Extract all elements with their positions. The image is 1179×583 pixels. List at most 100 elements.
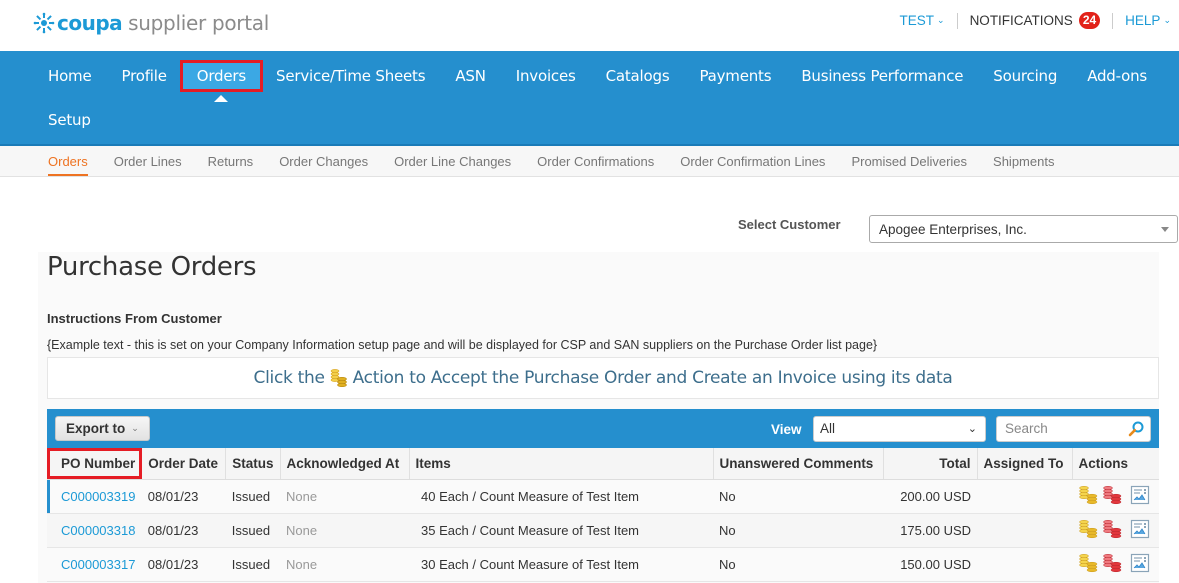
search-icon[interactable] (1127, 420, 1145, 438)
subnav-order-changes[interactable]: Order Changes (279, 146, 368, 177)
nav-business-performance[interactable]: Business Performance (801, 67, 963, 89)
gold-coins-icon (330, 369, 347, 388)
help-menu-label: HELP (1125, 13, 1161, 28)
total: 200.00 USD (883, 479, 978, 514)
create-invoice-icon[interactable] (1078, 553, 1100, 576)
coupa-logo[interactable]: coupa supplier portal (33, 11, 269, 35)
col-order-date[interactable]: Order Date (141, 448, 227, 480)
acknowledged-at: None (280, 547, 410, 582)
col-actions: Actions (1072, 448, 1159, 480)
sub-nav: Orders Order Lines Returns Order Changes… (0, 146, 1179, 177)
nav-home[interactable]: Home (48, 67, 92, 89)
coupa-snowflake-icon (33, 12, 55, 34)
subnav-orders[interactable]: Orders (48, 146, 88, 177)
nav-profile[interactable]: Profile (122, 67, 167, 89)
user-menu[interactable]: TEST ⌄ (900, 13, 945, 28)
accept-invoice-banner: Click the Action to Accept the Purchase … (47, 357, 1159, 399)
order-date: 08/01/23 (141, 513, 226, 548)
subnav-promised-deliveries[interactable]: Promised Deliveries (851, 146, 967, 177)
items: 30 Each / Count Measure of Test Item (409, 547, 714, 582)
table-row: C000003319 08/01/23 Issued None 40 Each … (47, 479, 1159, 514)
help-menu[interactable]: HELP ⌄ (1125, 13, 1171, 28)
table-row: C000003317 08/01/23 Issued None 30 Each … (47, 547, 1159, 582)
items: 35 Each / Count Measure of Test Item (409, 513, 714, 548)
flip-to-credit-note-icon[interactable] (1102, 519, 1124, 542)
select-customer-label: Select Customer (738, 217, 841, 232)
view-filter-dropdown[interactable]: All ⌄ (813, 416, 986, 442)
status: Issued (225, 479, 281, 514)
print-view-icon[interactable] (1130, 485, 1150, 508)
export-to-button[interactable]: Export to ⌄ (55, 416, 150, 441)
purchase-orders-table: PO Number Order Date Status Acknowledged… (47, 448, 1159, 582)
col-assigned-to[interactable]: Assigned To (977, 448, 1073, 480)
chevron-down-icon: ⌄ (131, 423, 139, 433)
divider (956, 12, 958, 29)
nav-orders[interactable]: Orders (179, 60, 264, 92)
assigned-to (977, 479, 1073, 514)
acknowledged-at: None (280, 513, 410, 548)
create-invoice-icon[interactable] (1078, 519, 1100, 542)
select-customer-value: Apogee Enterprises, Inc. (879, 222, 1027, 237)
col-po-number[interactable]: PO Number (47, 448, 143, 480)
unanswered-comments: No (713, 547, 884, 582)
chevron-down-icon: ⌄ (967, 423, 977, 435)
status: Issued (225, 513, 281, 548)
nav-add-ons[interactable]: Add-ons (1087, 67, 1147, 89)
items: 40 Each / Count Measure of Test Item (409, 479, 714, 514)
nav-asn[interactable]: ASN (455, 67, 486, 89)
subnav-order-confirmation-lines[interactable]: Order Confirmation Lines (680, 146, 825, 177)
table-header-row: PO Number Order Date Status Acknowledged… (47, 448, 1159, 480)
notifications-link[interactable]: NOTIFICATIONS 24 (970, 12, 1101, 29)
select-customer-dropdown[interactable]: Apogee Enterprises, Inc. (869, 215, 1178, 243)
main-nav-row-2: Setup (48, 111, 121, 129)
subnav-shipments[interactable]: Shipments (993, 146, 1054, 177)
export-to-label: Export to (66, 421, 126, 436)
user-menu-label: TEST (899, 13, 935, 28)
nav-invoices[interactable]: Invoices (516, 67, 576, 89)
po-number-link[interactable]: C000003318 (47, 513, 142, 548)
po-number-link[interactable]: C000003317 (47, 547, 142, 582)
banner-text-before: Click the (253, 368, 325, 388)
nav-setup[interactable]: Setup (48, 111, 91, 129)
caret-down-icon (1161, 227, 1169, 232)
order-date: 08/01/23 (141, 547, 226, 582)
nav-service-time-sheets[interactable]: Service/Time Sheets (276, 67, 426, 89)
print-view-icon[interactable] (1130, 553, 1150, 576)
table-row: C000003318 08/01/23 Issued None 35 Each … (47, 513, 1159, 548)
subnav-returns[interactable]: Returns (208, 146, 254, 177)
subnav-order-lines[interactable]: Order Lines (114, 146, 182, 177)
row-actions (1072, 547, 1159, 582)
logo-text: supplier portal (128, 11, 269, 35)
notifications-badge: 24 (1078, 12, 1101, 29)
logo-brand: coupa (57, 11, 123, 35)
instructions-title: Instructions From Customer (47, 311, 222, 326)
subnav-order-line-changes[interactable]: Order Line Changes (394, 146, 511, 177)
actions-group (1078, 485, 1153, 508)
po-number-link[interactable]: C000003319 (47, 479, 142, 514)
main-nav: Home Profile Orders Service/Time Sheets … (0, 51, 1179, 146)
col-status[interactable]: Status (225, 448, 281, 480)
flip-to-credit-note-icon[interactable] (1102, 553, 1124, 576)
actions-group (1078, 519, 1153, 542)
nav-payments[interactable]: Payments (699, 67, 771, 89)
subnav-order-confirmations[interactable]: Order Confirmations (537, 146, 654, 177)
actions-group (1078, 553, 1153, 576)
col-acknowledged-at[interactable]: Acknowledged At (280, 448, 410, 480)
create-invoice-icon[interactable] (1078, 485, 1100, 508)
nav-sourcing[interactable]: Sourcing (993, 67, 1057, 89)
flip-to-credit-note-icon[interactable] (1102, 485, 1124, 508)
col-total[interactable]: Total (883, 448, 978, 480)
nav-catalogs[interactable]: Catalogs (606, 67, 670, 89)
active-nav-caret-icon (214, 95, 228, 102)
search-input[interactable]: Search (996, 416, 1151, 442)
print-view-icon[interactable] (1130, 519, 1150, 542)
table-toolbar: Export to ⌄ View All ⌄ Search (47, 409, 1159, 448)
top-header: coupa supplier portal TEST ⌄ NOTIFICATIO… (0, 0, 1179, 51)
col-items[interactable]: Items (409, 448, 714, 480)
assigned-to (977, 547, 1073, 582)
order-date: 08/01/23 (141, 479, 226, 514)
top-links: TEST ⌄ NOTIFICATIONS 24 HELP ⌄ (900, 12, 1171, 29)
total: 150.00 USD (883, 547, 978, 582)
instructions-text: {Example text - this is set on your Comp… (47, 338, 878, 352)
col-unanswered-comments[interactable]: Unanswered Comments (713, 448, 884, 480)
